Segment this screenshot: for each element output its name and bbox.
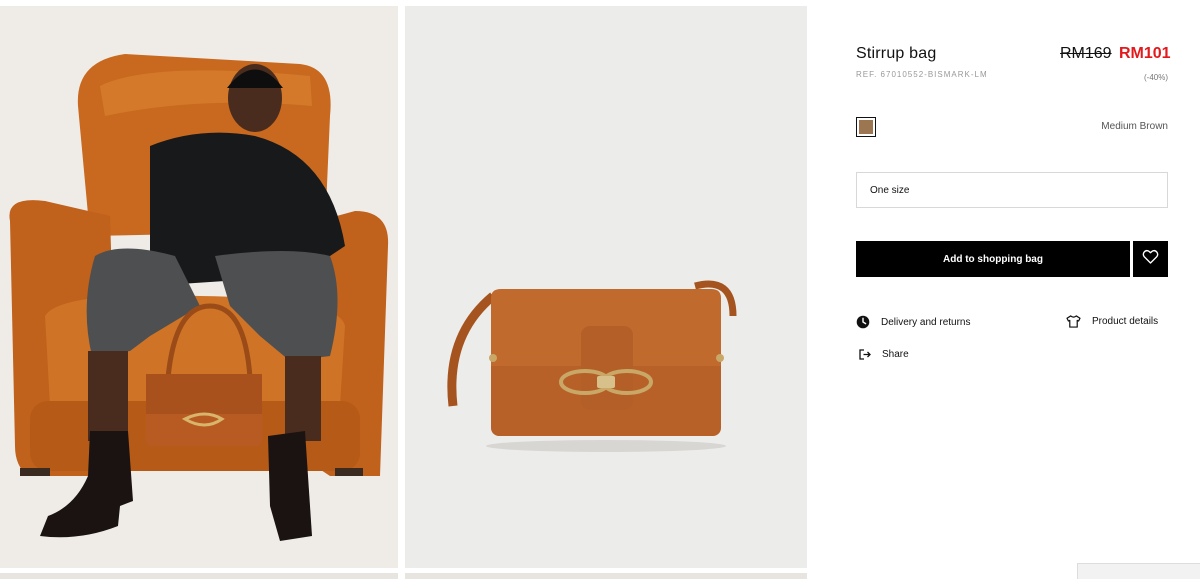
color-name: Medium Brown [1101, 121, 1168, 132]
discount-badge: (-40%) [1143, 73, 1168, 82]
share-label: Share [882, 349, 909, 360]
favorite-button[interactable] [1133, 241, 1168, 277]
chat-widget[interactable] [1077, 563, 1200, 579]
model-photo[interactable] [0, 6, 398, 568]
add-to-bag-button[interactable]: Add to shopping bag [856, 241, 1130, 277]
delivery-returns-label: Delivery and returns [881, 316, 971, 328]
color-swatch-fill [859, 120, 873, 134]
product-photo[interactable] [405, 6, 807, 568]
color-swatch[interactable] [856, 117, 876, 137]
thumbnail-model[interactable] [0, 573, 398, 579]
tshirt-icon [1066, 315, 1081, 328]
product-page: Stirrup bag REF. 67010552-BISMARK-LM RM1… [0, 0, 1200, 579]
clock-icon [856, 315, 870, 329]
size-selector[interactable]: One size [856, 172, 1168, 208]
price-original: RM169 [1060, 45, 1112, 62]
product-title: Stirrup bag [856, 45, 937, 62]
heart-icon [1142, 249, 1159, 269]
share-arrow-icon [859, 349, 871, 360]
delivery-returns-link[interactable]: Delivery and returns [856, 315, 970, 329]
thumbnail-product[interactable] [405, 573, 807, 579]
product-details-label: Product details [1092, 316, 1159, 327]
model-photo-image [0, 6, 398, 568]
share-link[interactable]: Share [859, 349, 909, 360]
price-sale: RM101 [1119, 45, 1171, 62]
size-selected-label: One size [870, 185, 910, 196]
product-photo-image [405, 6, 807, 568]
add-to-bag-label: Add to shopping bag [943, 253, 1043, 265]
product-reference: REF. 67010552-BISMARK-LM [856, 70, 988, 79]
product-details-link[interactable]: Product details [1066, 315, 1158, 328]
